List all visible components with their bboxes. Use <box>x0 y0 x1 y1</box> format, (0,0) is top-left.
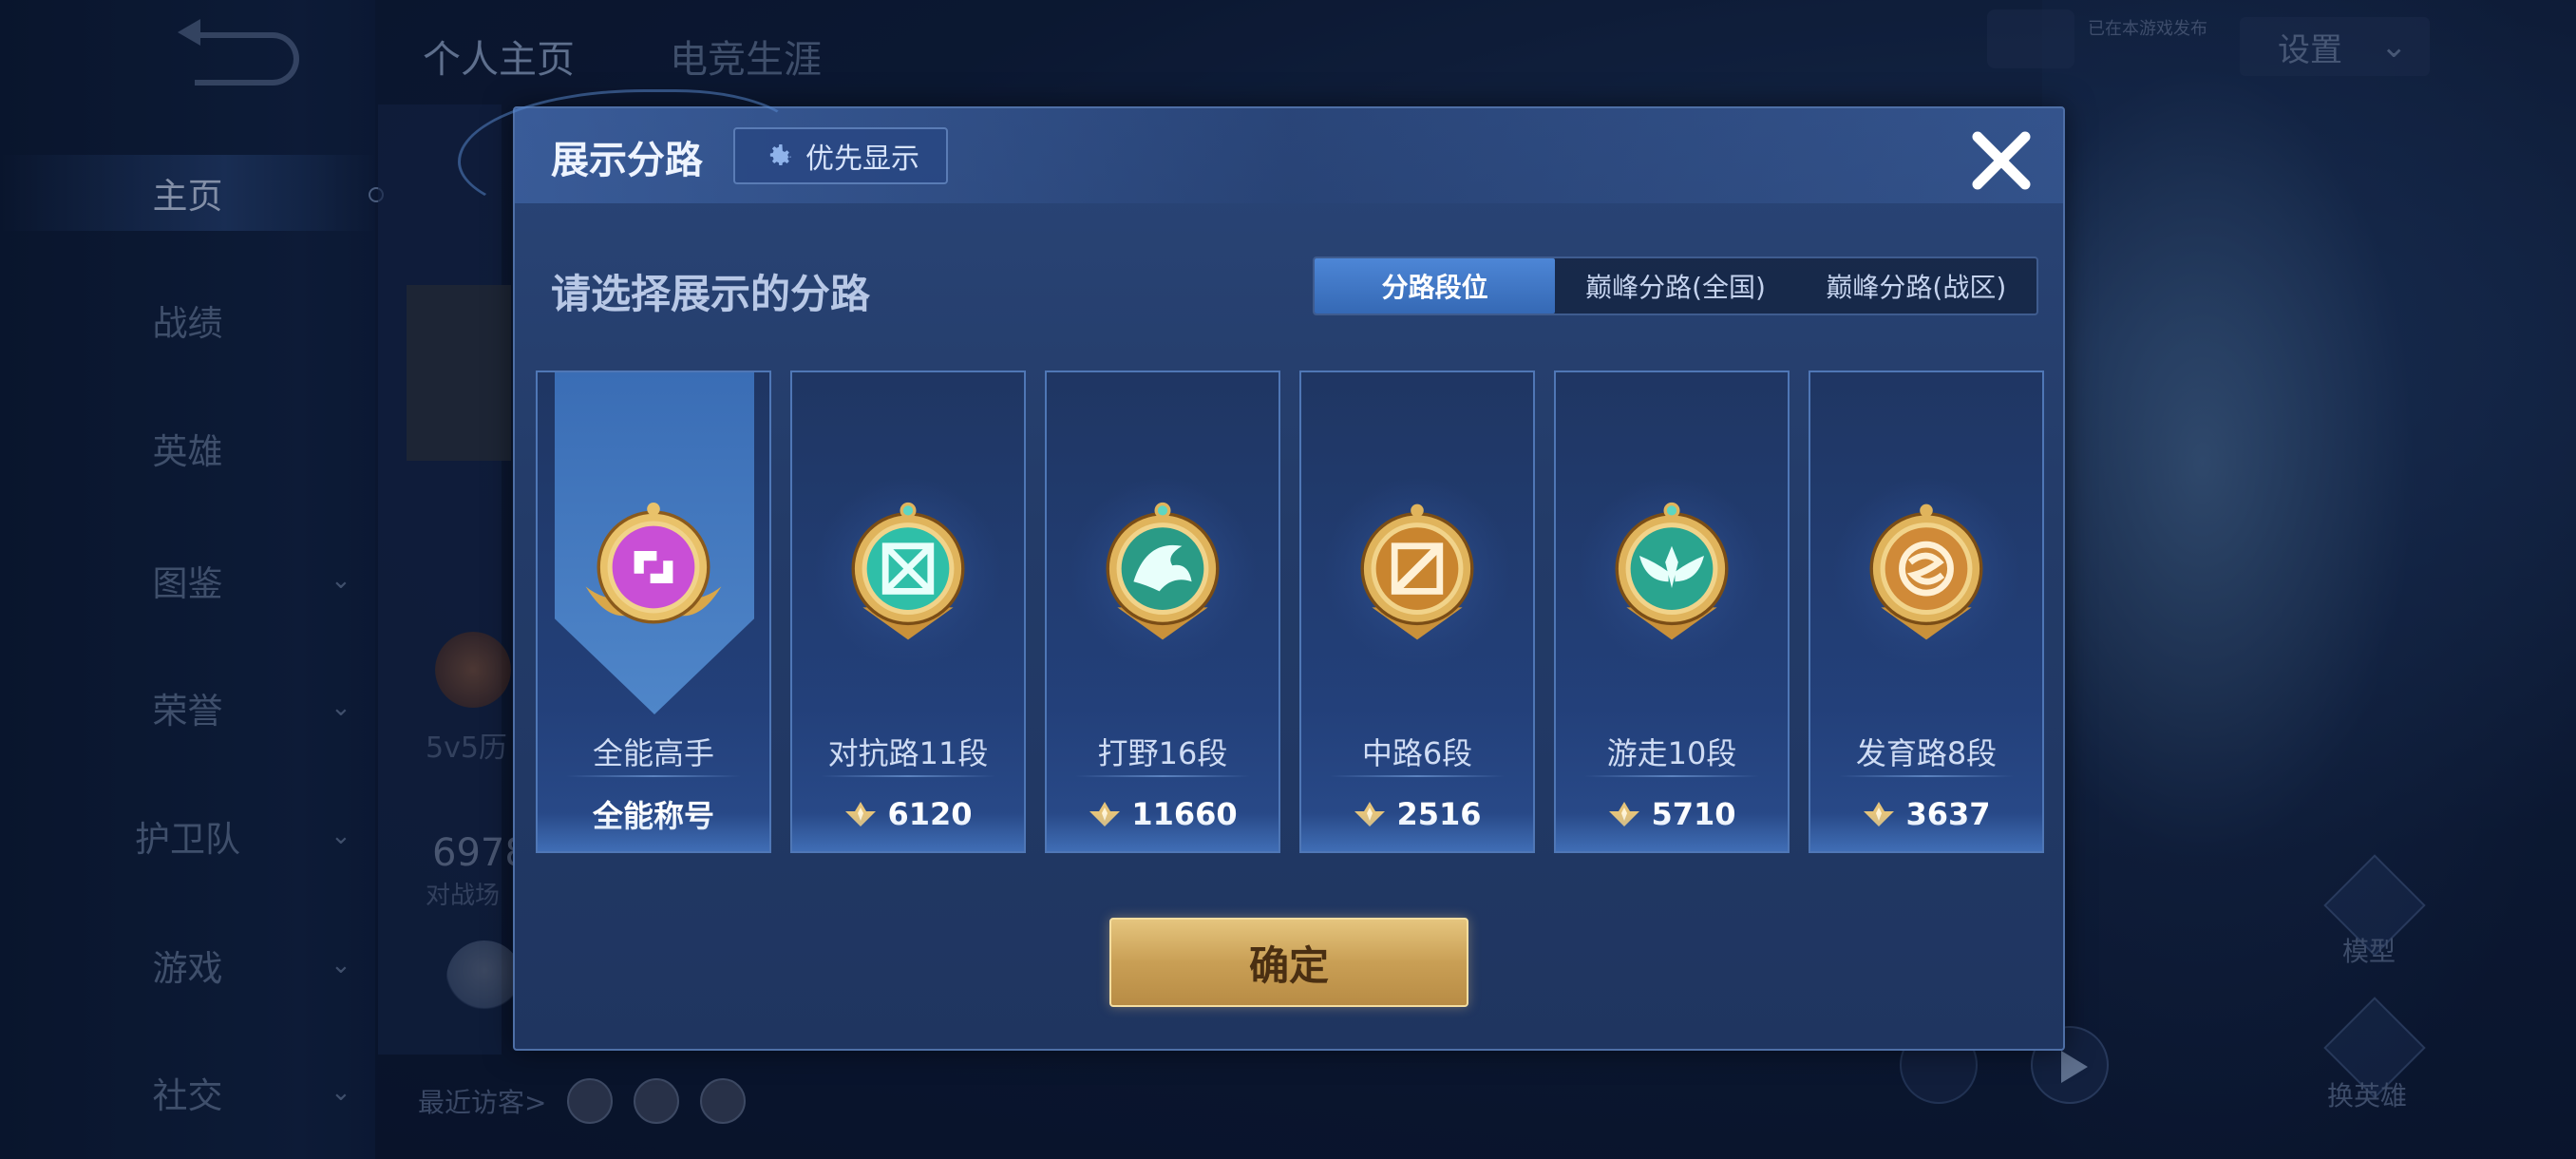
lane-card-clash[interactable]: 对抗路11段 6120 <box>790 370 1026 853</box>
clash-lane-emblem-icon <box>851 502 965 640</box>
emblem-wrap <box>813 477 1003 667</box>
mid-lane-emblem-icon <box>1360 504 1474 640</box>
lane-card-jungle[interactable]: 打野16段 11660 <box>1045 370 1280 853</box>
lane-type-tabs: 分路段位 巅峰分路(全国) 巅峰分路(战区) <box>1313 256 2038 315</box>
divider <box>1839 775 2014 777</box>
lane-cards: 全能高手 全能称号 对抗路11段 61 <box>536 370 2044 853</box>
dialog-title: 展示分路 <box>551 139 703 182</box>
tab-lane-rank[interactable]: 分路段位 <box>1315 258 1556 314</box>
all-round-emblem-icon <box>585 503 722 624</box>
tab-peak-region[interactable]: 巅峰分路(战区) <box>1796 258 2036 314</box>
confirm-label: 确定 <box>1248 941 1329 989</box>
lane-card-title: 打野16段 <box>1097 735 1228 771</box>
divider <box>1330 775 1505 777</box>
divider <box>821 775 995 777</box>
emblem-wrap <box>1577 477 1767 667</box>
lane-card-title: 发育路8段 <box>1855 735 1998 771</box>
lane-card-title: 中路6段 <box>1361 735 1473 771</box>
card-glow <box>792 813 1024 851</box>
lane-card-farm[interactable]: 发育路8段 3637 <box>1809 370 2044 853</box>
gear-icon <box>769 144 791 166</box>
close-icon[interactable] <box>1968 127 2035 194</box>
lane-card-mid[interactable]: 中路6段 2516 <box>1299 370 1535 853</box>
card-glow <box>1556 813 1788 851</box>
lane-card-roam[interactable]: 游走10段 5710 <box>1554 370 1790 853</box>
confirm-button[interactable]: 确定 <box>1109 918 1468 1007</box>
card-glow <box>538 813 769 851</box>
card-glow <box>1047 813 1279 851</box>
dialog-subtitle: 请选择展示的分路 <box>551 271 871 317</box>
emblem-wrap <box>1831 477 2021 667</box>
divider <box>566 775 741 777</box>
emblem-wrap <box>1068 477 1258 667</box>
tab-peak-national[interactable]: 巅峰分路(全国) <box>1555 258 1795 314</box>
divider <box>1075 775 1250 777</box>
divider <box>1584 775 1759 777</box>
card-glow <box>1301 813 1533 851</box>
roam-emblem-icon <box>1615 502 1729 640</box>
emblem-wrap <box>1322 477 1512 667</box>
priority-display-label: 优先显示 <box>805 142 919 176</box>
lane-card-all-round[interactable]: 全能高手 全能称号 <box>536 370 771 853</box>
farm-lane-emblem-icon <box>1869 504 1983 640</box>
lane-card-title: 全能高手 <box>592 735 714 771</box>
display-lane-dialog: 展示分路 优先显示 请选择展示的分路 分路段位 巅峰分路(全国) 巅峰分路(战区… <box>458 89 2065 1051</box>
emblem-wrap <box>559 472 748 662</box>
priority-display-button[interactable]: 优先显示 <box>733 127 948 184</box>
lane-card-title: 对抗路11段 <box>827 735 989 771</box>
jungle-emblem-icon <box>1106 502 1220 640</box>
card-glow <box>1810 813 2042 851</box>
lane-card-title: 游走10段 <box>1606 735 1737 771</box>
